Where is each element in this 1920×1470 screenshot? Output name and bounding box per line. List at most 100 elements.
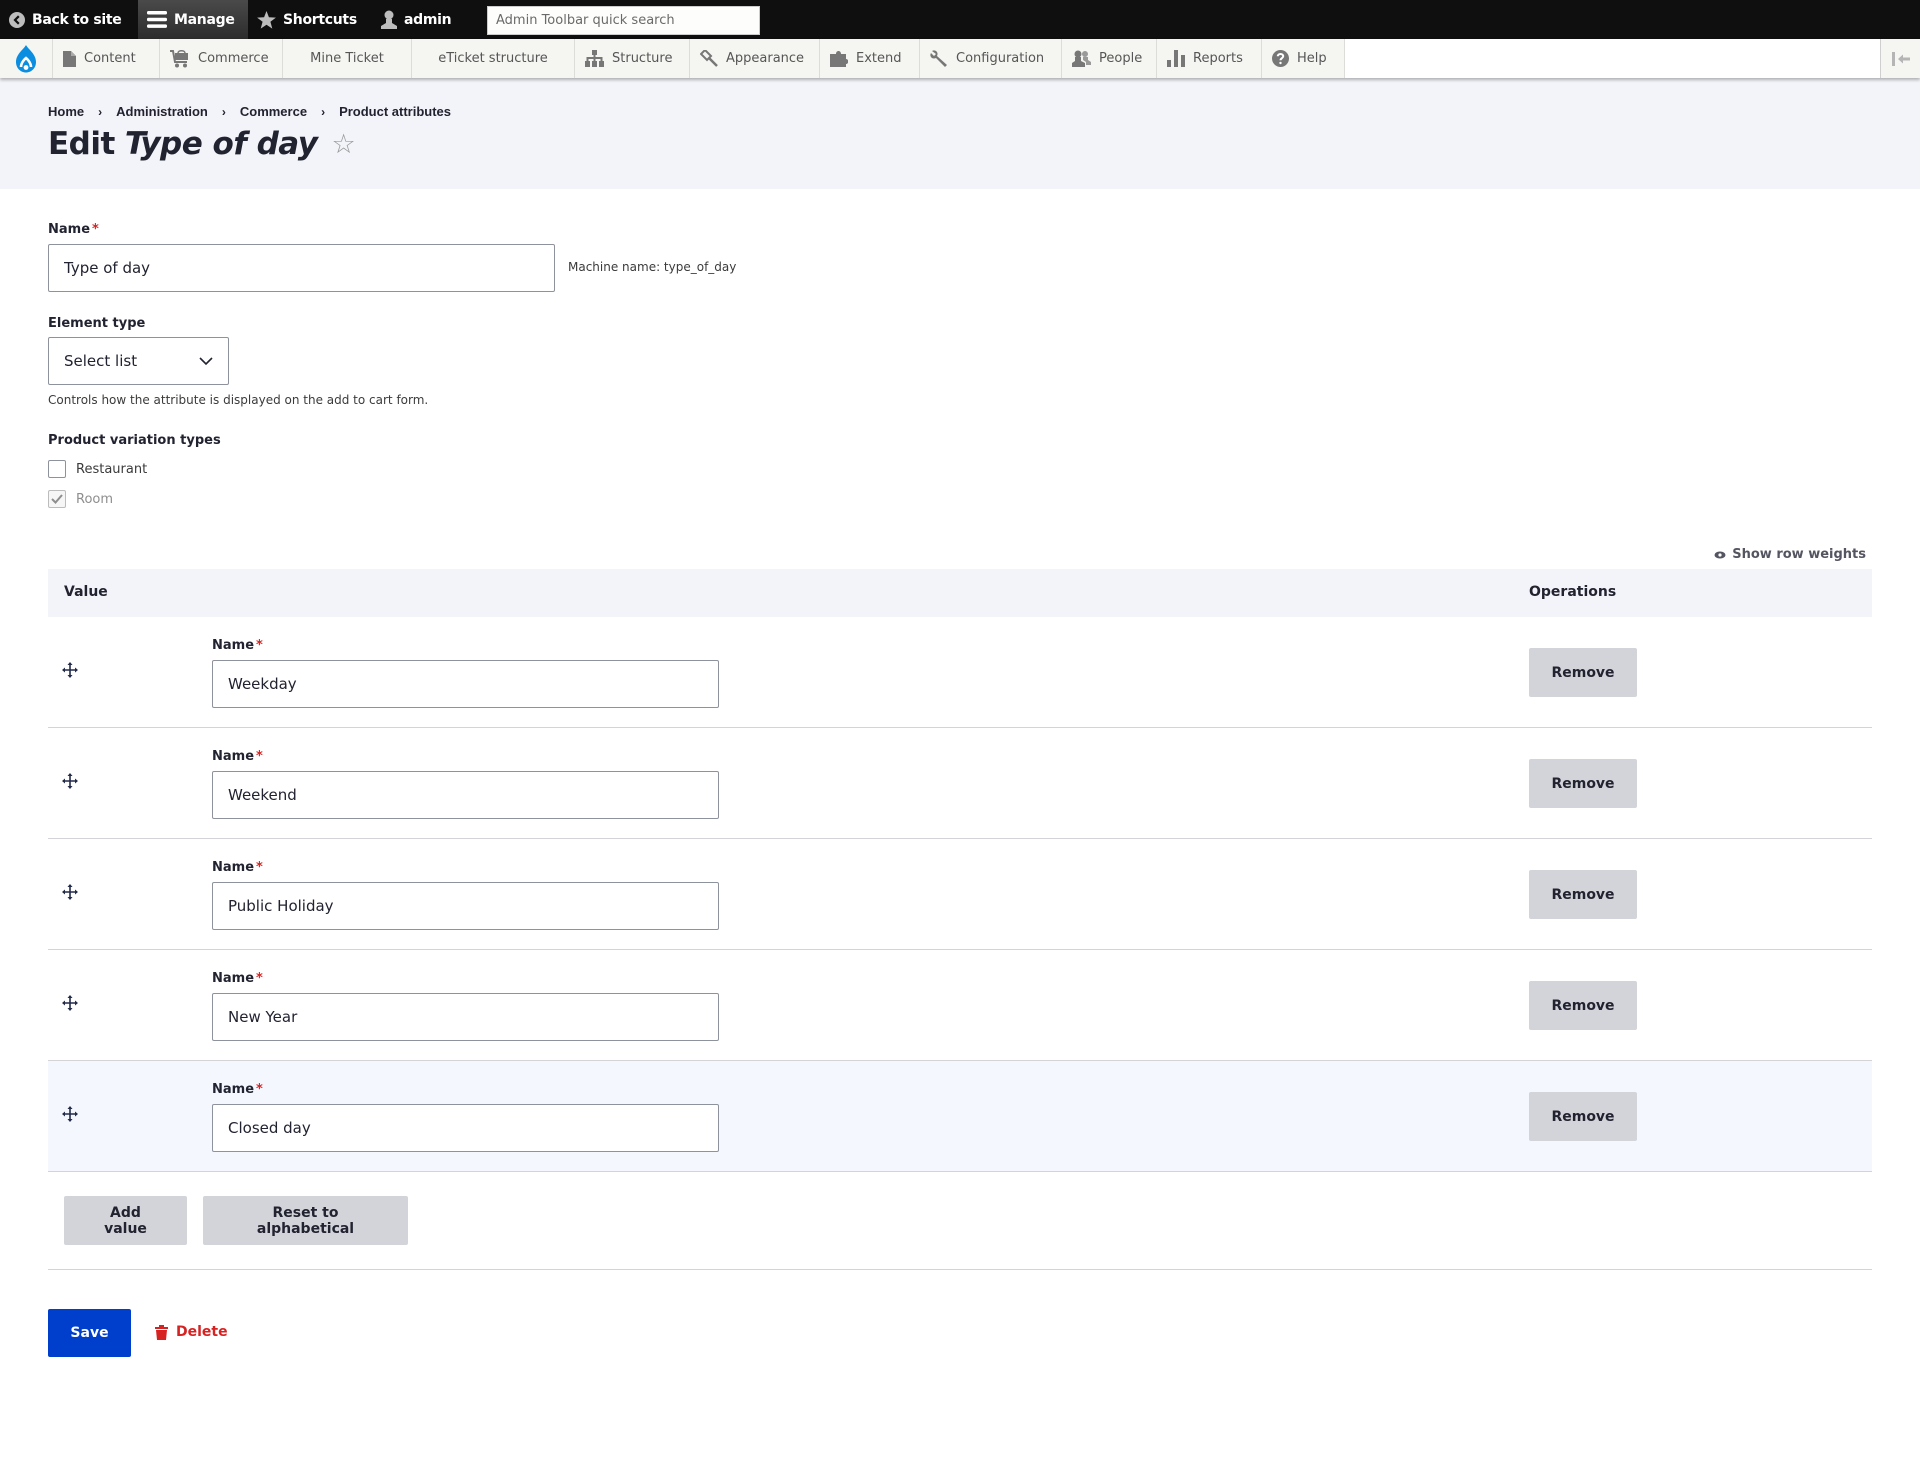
drupal-home-link[interactable] (0, 39, 53, 78)
show-row-weights-button[interactable]: Show row weights (1714, 547, 1866, 562)
row-name-label: Name * (212, 749, 263, 764)
drag-handle-icon[interactable] (62, 1106, 78, 1126)
variation-types-label: Product variation types (48, 433, 221, 448)
remove-button[interactable]: Remove (1529, 1092, 1637, 1141)
breadcrumb-commerce[interactable]: Commerce (240, 104, 307, 119)
element-type-select[interactable]: Select list (48, 337, 229, 385)
name-label-text: Name (48, 222, 91, 237)
table-row: Name* Remove (48, 617, 1872, 728)
required-marker: * (256, 749, 263, 764)
tray-item-help[interactable]: Help (1262, 39, 1345, 78)
machine-name-text: Machine name: type_of_day (568, 260, 737, 274)
tray-item-mine-ticket[interactable]: Mine Ticket (283, 39, 412, 78)
tray-item-appearance[interactable]: Appearance (690, 39, 820, 78)
required-marker: * (256, 971, 263, 986)
checkbox-restaurant[interactable]: Restaurant (48, 460, 147, 478)
page-title-entity: Type of day (124, 126, 318, 162)
required-marker: * (92, 222, 99, 237)
remove-button[interactable]: Remove (1529, 759, 1637, 808)
drag-handle-icon[interactable] (62, 995, 78, 1015)
shortcuts-label: Shortcuts (283, 11, 357, 28)
people-icon (1072, 50, 1091, 67)
table-row: Name* Remove (48, 1061, 1872, 1172)
element-type-selected-value: Select list (64, 352, 138, 370)
row-name-input[interactable] (212, 1104, 719, 1152)
reset-alphabetical-button[interactable]: Reset to alphabetical (203, 1196, 408, 1245)
required-marker: * (256, 860, 263, 875)
tray-item-eticket-structure[interactable]: eTicket structure (412, 39, 575, 78)
drag-handle-icon[interactable] (62, 884, 78, 904)
tray-item-label: Commerce (198, 51, 269, 66)
tray-item-label: People (1099, 51, 1143, 66)
remove-button[interactable]: Remove (1529, 648, 1637, 697)
breadcrumb-product-attributes[interactable]: Product attributes (339, 104, 451, 119)
user-tab[interactable]: admin (381, 0, 452, 39)
checkbox-label: Restaurant (76, 461, 148, 477)
row-name-label: Name * (212, 971, 263, 986)
page-title-prefix: Edit (48, 126, 115, 162)
tray-item-content[interactable]: Content (53, 39, 160, 78)
drag-handle-icon[interactable] (62, 662, 78, 682)
user-icon (381, 10, 397, 29)
save-button[interactable]: Save (48, 1309, 131, 1357)
row-name-input[interactable] (212, 660, 719, 708)
row-name-label-text: Name (212, 638, 255, 653)
row-name-input[interactable] (212, 993, 719, 1041)
tray-orientation-toggle[interactable] (1880, 39, 1920, 78)
element-type-help-text: Controls how the attribute is displayed … (48, 393, 429, 407)
admin-toolbar-search-input[interactable] (487, 6, 760, 35)
breadcrumb-home[interactable]: Home (48, 104, 84, 119)
admin-toolbar: Back to site Manage Shortcuts admin (0, 0, 1920, 39)
sitemap-icon (585, 50, 604, 67)
eye-icon (1714, 551, 1726, 558)
show-row-weights-label: Show row weights (1732, 547, 1866, 562)
star-icon (257, 10, 276, 29)
breadcrumb-administration[interactable]: Administration (116, 104, 208, 119)
favorite-star-icon[interactable]: ☆ (331, 129, 355, 160)
column-header-value: Value (64, 584, 108, 600)
wrench-icon (930, 49, 947, 67)
tray-item-label: Content (84, 51, 136, 66)
chevron-down-icon (199, 357, 213, 366)
remove-button[interactable]: Remove (1529, 981, 1637, 1030)
remove-button[interactable]: Remove (1529, 870, 1637, 919)
checkbox-box[interactable] (48, 460, 66, 478)
file-icon (63, 50, 76, 67)
row-name-label: Name * (212, 860, 263, 875)
table-body: Name* Remove Name* Remove Name* Remove (48, 617, 1872, 1172)
breadcrumb: Home › Administration › Commerce › Produ… (48, 104, 451, 119)
row-name-input[interactable] (212, 882, 719, 930)
tray-item-extend[interactable]: Extend (820, 39, 920, 78)
required-marker: * (256, 1082, 263, 1097)
drag-handle-icon[interactable] (62, 773, 78, 793)
tray-item-label: Help (1297, 51, 1327, 66)
row-name-label-text: Name (212, 971, 255, 986)
tray-item-configuration[interactable]: Configuration (920, 39, 1062, 78)
manage-tab[interactable]: Manage (138, 0, 248, 39)
tray-item-people[interactable]: People (1062, 39, 1157, 78)
bar-chart-icon (1167, 50, 1185, 67)
user-label: admin (404, 11, 452, 28)
trash-icon (155, 1324, 168, 1340)
row-name-label-text: Name (212, 860, 255, 875)
tray-item-commerce[interactable]: Commerce (160, 39, 283, 78)
shortcuts-tab[interactable]: Shortcuts (257, 0, 357, 39)
add-value-button[interactable]: Add value (64, 1196, 187, 1245)
back-to-site-label: Back to site (32, 11, 122, 28)
attribute-name-input[interactable] (48, 244, 555, 292)
table-header: Value Operations (48, 569, 1872, 617)
back-to-site-link[interactable]: Back to site (9, 0, 122, 39)
delete-link[interactable]: Delete (155, 1324, 228, 1340)
cart-icon (170, 49, 188, 67)
attribute-values-table: Value Operations Name* Remove Name* Remo… (48, 569, 1872, 1172)
tray-item-label: Structure (612, 51, 673, 66)
breadcrumb-separator: › (321, 104, 326, 119)
tray-item-structure[interactable]: Structure (575, 39, 690, 78)
delete-label: Delete (176, 1324, 228, 1340)
row-name-input[interactable] (212, 771, 719, 819)
row-name-label: Name * (212, 1082, 263, 1097)
page-header: Home › Administration › Commerce › Produ… (0, 78, 1920, 189)
table-actions: Add value Reset to alphabetical (48, 1196, 1872, 1270)
collapse-left-icon (1891, 51, 1910, 66)
tray-item-reports[interactable]: Reports (1157, 39, 1262, 78)
